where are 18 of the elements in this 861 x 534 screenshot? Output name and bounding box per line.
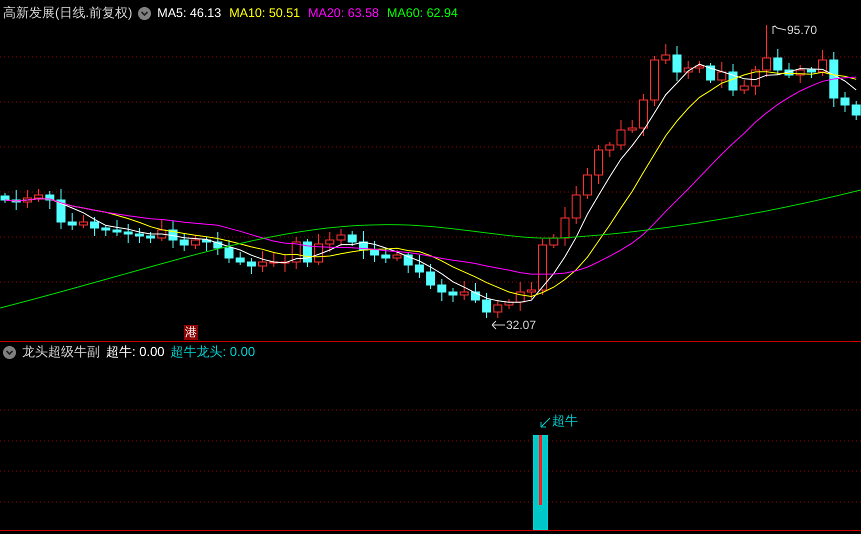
indicator-title: 龙头超级牛副 [22, 344, 100, 360]
indicator-value: 超牛龙头: 0.00 [170, 344, 256, 360]
indicator-value: MA60: 62.94 [387, 5, 458, 21]
indicator-value: 超牛: 0.00 [106, 344, 165, 360]
market-badge: 港 [184, 325, 198, 340]
signal-line [539, 435, 542, 505]
arrow-icon [540, 417, 551, 428]
low-price-label: 32.07 [506, 318, 536, 332]
chart-title: 高新发展(日线.前复权) [3, 5, 132, 21]
dropdown-icon[interactable] [138, 6, 152, 20]
dropdown-icon[interactable] [3, 346, 16, 358]
arrow-icon [491, 320, 505, 330]
signal-label: 超牛 [552, 413, 578, 429]
high-price-label: 95.70 [787, 23, 818, 37]
indicator-value: MA20: 63.58 [308, 5, 379, 21]
flag-arrow-icon [771, 25, 786, 35]
indicator-value: MA5: 46.13 [157, 5, 222, 21]
indicator-value: MA10: 50.51 [229, 5, 300, 21]
